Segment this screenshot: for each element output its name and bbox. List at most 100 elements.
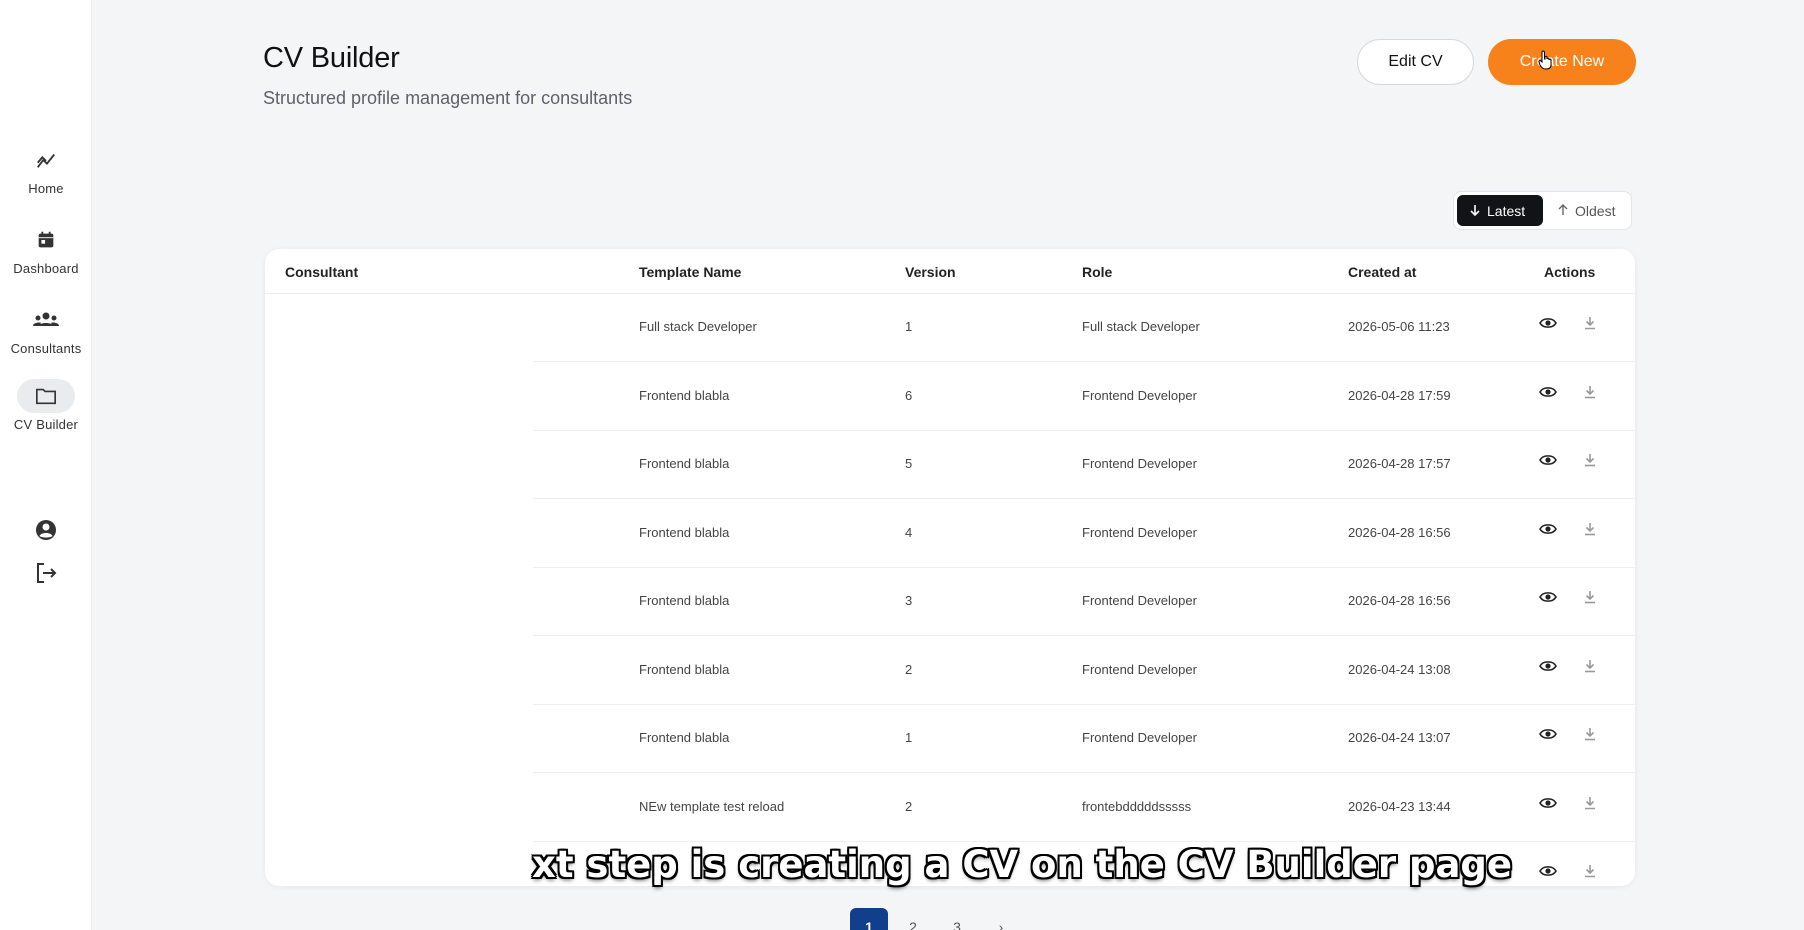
download-icon[interactable]: [1583, 522, 1597, 541]
cell-role: Frontend Developer: [1082, 524, 1197, 540]
eye-icon[interactable]: [1539, 727, 1557, 746]
cell-template-name: Frontend blabla: [639, 661, 730, 677]
download-icon[interactable]: [1583, 659, 1597, 678]
edit-cv-button[interactable]: Edit CV: [1357, 39, 1474, 85]
table-row: Frontend blabla 2 Frontend Developer 2026-0…: [265, 637, 1635, 705]
table-row: Frontend blabla 4 Frontend Developer 2026-0…: [265, 500, 1635, 568]
cell-created-at: 2026-04-23 13:44: [1348, 798, 1451, 814]
account-button[interactable]: [0, 518, 92, 547]
eye-icon[interactable]: [1539, 453, 1557, 472]
sidebar: Home Dashboard Consultants CV Builder: [0, 0, 92, 930]
cell-version: 4: [905, 524, 913, 540]
eye-icon[interactable]: [1539, 522, 1557, 541]
page-button-3[interactable]: 3: [938, 908, 976, 930]
cell-created-at: 2026-04-28 16:56: [1348, 524, 1451, 540]
download-icon[interactable]: [1583, 453, 1597, 472]
cell-version: 2: [905, 798, 913, 814]
chart-line-icon: [17, 143, 75, 177]
arrow-down-icon: [1469, 203, 1481, 219]
cell-version: 2: [905, 661, 913, 677]
group-icon: [17, 303, 75, 337]
video-caption: xt step is creating a CV on the CV Build…: [532, 843, 1512, 886]
column-header-template: Template Name: [639, 264, 742, 280]
eye-icon[interactable]: [1539, 864, 1557, 883]
cell-role: Frontend Developer: [1082, 387, 1197, 403]
sidebar-item-label: Consultants: [10, 341, 82, 356]
calendar-icon: [17, 223, 75, 257]
cell-version: 1: [905, 319, 913, 334]
column-header-version: Version: [905, 264, 956, 280]
download-icon[interactable]: [1583, 864, 1597, 883]
cell-version: 3: [905, 593, 913, 608]
cell-created-at: 2026-04-28 16:56: [1348, 593, 1451, 608]
cell-version: 6: [905, 387, 913, 403]
arrow-up-icon: [1557, 203, 1569, 219]
eye-icon[interactable]: [1539, 385, 1557, 404]
page-button-2[interactable]: 2: [894, 908, 932, 930]
cell-role: Frontend Developer: [1082, 456, 1197, 471]
cell-created-at: 2026-04-28 17:59: [1348, 387, 1451, 403]
cell-template-name: Frontend blabla: [639, 387, 730, 403]
table-row: Frontend blabla 3 Frontend Developer 2026-0…: [265, 568, 1635, 636]
cell-role: frontebdddddsssss: [1082, 798, 1192, 814]
sidebar-item-consultants[interactable]: Consultants: [0, 303, 92, 356]
column-header-created: Created at: [1348, 264, 1417, 280]
table-row: Full stack Developer 1 Full stack Develope…: [265, 294, 1635, 362]
sidebar-item-home[interactable]: Home: [0, 143, 92, 196]
cell-created-at: 2026-05-06 11:23: [1348, 319, 1450, 334]
next-page-button[interactable]: ›: [982, 908, 1020, 930]
download-icon[interactable]: [1583, 590, 1597, 609]
cell-version: 5: [905, 456, 913, 471]
sidebar-item-label: Dashboard: [13, 261, 79, 276]
table-row: Frontend blabla 6 Frontend Developer 2026-0…: [265, 363, 1635, 431]
cell-template-name: Frontend blabla: [639, 456, 730, 471]
download-icon[interactable]: [1583, 385, 1597, 404]
table-row: Frontend blabla 1 Frontend Developer 2026-0…: [265, 705, 1635, 773]
sidebar-item-label: Home: [28, 181, 64, 196]
column-header-role: Role: [1082, 264, 1113, 280]
eye-icon[interactable]: [1539, 316, 1557, 335]
table-header: Consultant Template Name Version Role Cr…: [265, 249, 1635, 294]
cell-version: 1: [905, 730, 913, 745]
cell-created-at: 2026-04-24 13:08: [1348, 661, 1451, 677]
page-button-1[interactable]: 1: [850, 908, 888, 930]
cell-role: Frontend Developer: [1082, 593, 1197, 608]
sidebar-item-cv-builder[interactable]: CV Builder: [0, 379, 92, 432]
page-subtitle: Structured profile management for consul…: [263, 88, 633, 108]
folder-icon: [17, 379, 75, 413]
cell-template-name: NEw template test reload: [639, 798, 785, 814]
pagination: 1 2 3 ›: [850, 908, 1026, 930]
table-row: Frontend blabla 5 Frontend Developer 2026-0…: [265, 431, 1635, 499]
create-new-button[interactable]: Create New: [1488, 39, 1636, 85]
sort-latest-label: Latest: [1487, 202, 1526, 219]
account-circle-icon: [34, 518, 58, 547]
sort-oldest-label: Oldest: [1575, 202, 1616, 219]
sort-oldest-button[interactable]: Oldest: [1545, 195, 1627, 226]
column-header-consultant: Consultant: [285, 264, 359, 280]
cell-template-name: Frontend blabla: [639, 524, 730, 540]
logout-button[interactable]: [0, 561, 92, 590]
eye-icon[interactable]: [1539, 590, 1557, 609]
sidebar-item-dashboard[interactable]: Dashboard: [0, 223, 92, 276]
column-header-actions: Actions: [1544, 264, 1596, 280]
cell-template-name: Full stack Developer: [639, 319, 757, 334]
table-row: NEw template test reload 2 frontebdddddsss…: [265, 774, 1635, 842]
sort-toggle: Latest Oldest: [1453, 191, 1632, 230]
logout-icon: [34, 561, 58, 590]
cell-template-name: Frontend blabla: [639, 593, 730, 608]
hand-cursor-icon: [1538, 50, 1554, 75]
cell-role: Frontend Developer: [1082, 730, 1197, 745]
download-icon[interactable]: [1583, 727, 1597, 746]
cv-table: Consultant Template Name Version Role Cr…: [265, 249, 1635, 886]
eye-icon[interactable]: [1539, 659, 1557, 678]
download-icon[interactable]: [1583, 316, 1597, 335]
cell-template-name: Frontend blabla: [639, 730, 730, 745]
cell-role: Full stack Developer: [1082, 319, 1200, 334]
sort-latest-button[interactable]: Latest: [1457, 195, 1543, 226]
download-icon[interactable]: [1583, 796, 1597, 815]
cell-role: Frontend Developer: [1082, 661, 1197, 677]
eye-icon[interactable]: [1539, 796, 1557, 815]
cell-created-at: 2026-04-28 17:57: [1348, 456, 1451, 471]
sidebar-item-label: CV Builder: [13, 417, 79, 432]
page-title: CV Builder: [263, 42, 400, 74]
